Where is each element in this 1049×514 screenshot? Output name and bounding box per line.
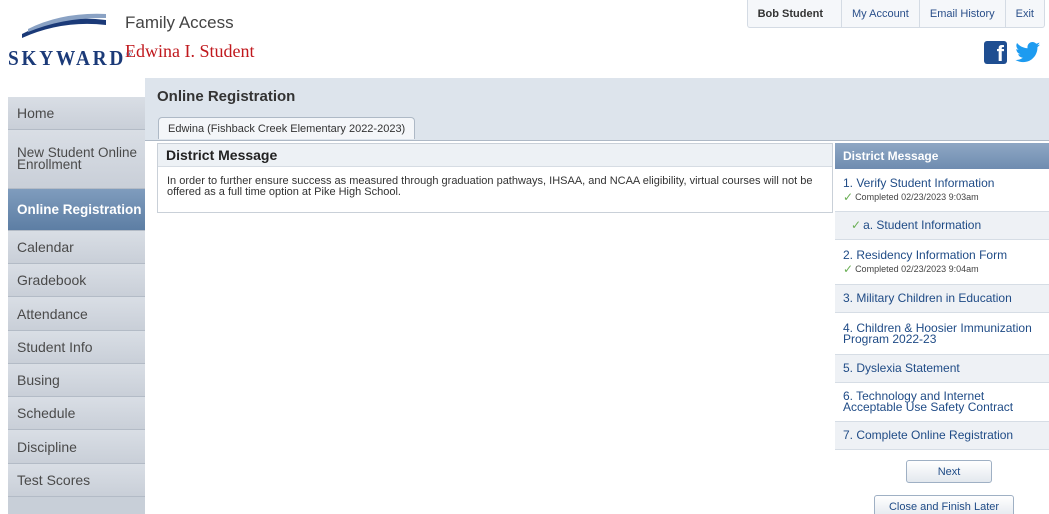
my-account-link[interactable]: My Account — [841, 0, 919, 27]
step-label: a. Student Information — [863, 218, 982, 232]
tab-student[interactable]: Edwina (Fishback Creek Elementary 2022-2… — [158, 117, 416, 139]
step-status: Completed 02/23/2023 9:03am — [855, 191, 979, 202]
step-residency-form[interactable]: 2. Residency Information Form ✓ Completed… — [835, 240, 1049, 285]
twitter-icon[interactable] — [1015, 42, 1041, 63]
page-title: Online Registration — [157, 88, 296, 105]
exit-link[interactable]: Exit — [1004, 0, 1044, 27]
sidebar-item-gradebook[interactable]: Gradebook — [8, 264, 145, 297]
district-message-body: In order to further ensure success as me… — [167, 175, 813, 198]
step-label: 2. Residency Information Form — [843, 247, 1008, 262]
step-verify-student-info[interactable]: 1. Verify Student Information ✓ Completed… — [835, 169, 1049, 212]
skyward-logo[interactable]: SKYWARD® — [8, 12, 132, 72]
checkmark-icon: ✓ — [851, 218, 862, 232]
sidebar-item-schedule[interactable]: Schedule — [8, 397, 145, 430]
sidebar-item-busing[interactable]: Busing — [8, 364, 145, 397]
step-status: Completed 02/23/2023 9:04am — [855, 263, 979, 274]
header: SKYWARD® Family Access Edwina I. Student… — [0, 0, 1049, 78]
sidebar-item-attendance[interactable]: Attendance — [8, 297, 145, 331]
next-button[interactable]: Next — [906, 460, 992, 483]
step-complete-registration[interactable]: 7. Complete Online Registration — [835, 422, 1049, 450]
logo-swoosh-icon — [22, 13, 106, 38]
step-immunization-program[interactable]: 4. Children & Hoosier Immunization Progr… — [835, 313, 1049, 355]
sidebar-nav: Home New Student Online Enrollment Onlin… — [8, 97, 145, 514]
main-panel: Online Registration Edwina (Fishback Cre… — [145, 78, 1049, 514]
social-links: f — [984, 41, 1041, 64]
district-message-title: District Message — [158, 144, 832, 167]
close-finish-later-button[interactable]: Close and Finish Later — [874, 495, 1014, 514]
step-student-information[interactable]: ✓ a. Student Information — [835, 212, 1049, 240]
step-military-children[interactable]: 3. Military Children in Education — [835, 285, 1049, 313]
sidebar-item-calendar[interactable]: Calendar — [8, 231, 145, 264]
email-history-link[interactable]: Email History — [918, 0, 1005, 27]
sidebar-item-discipline[interactable]: Discipline — [8, 430, 145, 464]
sidebar-item-student-info[interactable]: Student Info — [8, 331, 145, 364]
student-name[interactable]: Edwina I. Student — [125, 41, 254, 62]
steps-header[interactable]: District Message — [835, 143, 1049, 169]
checkmark-icon: ✓ — [843, 261, 854, 276]
app-title: Family Access — [125, 13, 234, 32]
logo-text: SKYWARD — [8, 46, 127, 70]
checkmark-icon: ✓ — [843, 189, 854, 204]
step-technology-contract[interactable]: 6. Technology and Internet Acceptable Us… — [835, 383, 1049, 422]
district-message-box: District Message In order to further ens… — [157, 143, 833, 213]
content-area: District Message In order to further ens… — [145, 140, 1049, 514]
sidebar-item-new-student-enrollment[interactable]: New Student Online Enrollment — [8, 130, 145, 189]
facebook-icon[interactable]: f — [984, 41, 1007, 64]
sidebar-item-home[interactable]: Home — [8, 97, 145, 130]
sidebar-item-test-scores[interactable]: Test Scores — [8, 464, 145, 497]
top-links: Bob Student My Account Email History Exi… — [746, 0, 1045, 28]
step-dyslexia-statement[interactable]: 5. Dyslexia Statement — [835, 355, 1049, 383]
registration-steps-panel: District Message 1. Verify Student Infor… — [835, 143, 1049, 453]
sidebar-item-online-registration[interactable]: Online Registration — [8, 189, 145, 231]
user-name-label: Bob Student — [757, 7, 823, 20]
step-label: 1. Verify Student Information — [843, 175, 995, 190]
